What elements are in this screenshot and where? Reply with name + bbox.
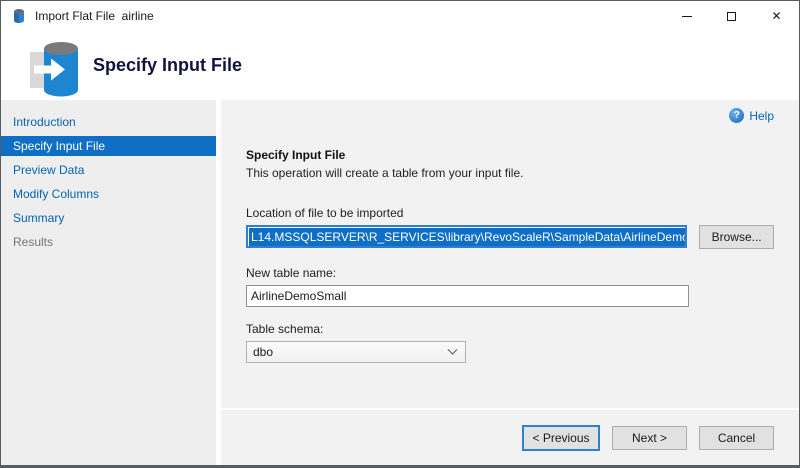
- table-schema-value: dbo: [253, 345, 274, 359]
- app-database-icon: [14, 9, 24, 23]
- minimize-icon: [681, 15, 692, 17]
- file-location-row: L14.MSSQLSERVER\R_SERVICES\library\RevoS…: [246, 225, 774, 249]
- next-button[interactable]: Next >: [612, 425, 687, 450]
- page-title: Specify Input File: [93, 55, 243, 75]
- section-title: Specify Input File: [246, 148, 346, 162]
- maximize-button[interactable]: [709, 1, 754, 31]
- title-bar: Import Flat File airline ✕: [1, 1, 799, 31]
- file-location-value: L14.MSSQLSERVER\R_SERVICES\library\RevoS…: [249, 227, 686, 246]
- content-main: Specify Input File This operation will c…: [221, 100, 799, 408]
- file-location-label: Location of file to be imported: [246, 206, 404, 220]
- wizard-steps-sidebar: Introduction Specify Input File Preview …: [1, 100, 216, 465]
- wizard-footer: < Previous Next > Cancel: [221, 408, 799, 465]
- close-button[interactable]: ✕: [754, 1, 799, 31]
- cancel-button[interactable]: Cancel: [699, 425, 774, 450]
- sidebar-item-introduction[interactable]: Introduction: [1, 112, 216, 132]
- sidebar-item-results: Results: [13, 235, 54, 249]
- help-label: Help: [749, 108, 774, 123]
- sidebar-item-specify-input-file[interactable]: Specify Input File: [1, 136, 216, 156]
- help-link[interactable]: ? Help: [729, 108, 774, 123]
- previous-button[interactable]: < Previous: [522, 424, 600, 451]
- chevron-down-icon: [447, 344, 458, 355]
- close-icon: ✕: [771, 9, 782, 23]
- window-controls: ✕: [664, 1, 799, 31]
- wizard-header: Specify Input File: [1, 31, 799, 100]
- sidebar-item-summary[interactable]: Summary: [1, 208, 216, 228]
- help-icon: ?: [729, 108, 745, 123]
- sidebar-item-modify-columns[interactable]: Modify Columns: [1, 184, 216, 204]
- table-schema-select[interactable]: dbo: [246, 341, 466, 363]
- sidebar-item-preview-data[interactable]: Preview Data: [1, 160, 216, 180]
- import-file-to-database-icon: [30, 41, 78, 96]
- table-name-label: New table name:: [246, 266, 337, 280]
- maximize-icon: [727, 11, 736, 21]
- import-flat-file-wizard-window: Import Flat File airline ✕ Specify Input…: [0, 0, 800, 468]
- browse-button[interactable]: Browse...: [699, 225, 774, 249]
- wizard-body: Introduction Specify Input File Preview …: [1, 100, 799, 465]
- window-title: Import Flat File airline: [35, 9, 154, 23]
- content-panel: ? Help Specify Input File This operation…: [221, 100, 799, 465]
- table-name-input[interactable]: [246, 285, 689, 307]
- section-description: This operation will create a table from …: [246, 166, 524, 180]
- minimize-button[interactable]: [664, 1, 709, 31]
- file-location-input[interactable]: L14.MSSQLSERVER\R_SERVICES\library\RevoS…: [246, 225, 688, 248]
- table-schema-label: Table schema:: [246, 322, 324, 336]
